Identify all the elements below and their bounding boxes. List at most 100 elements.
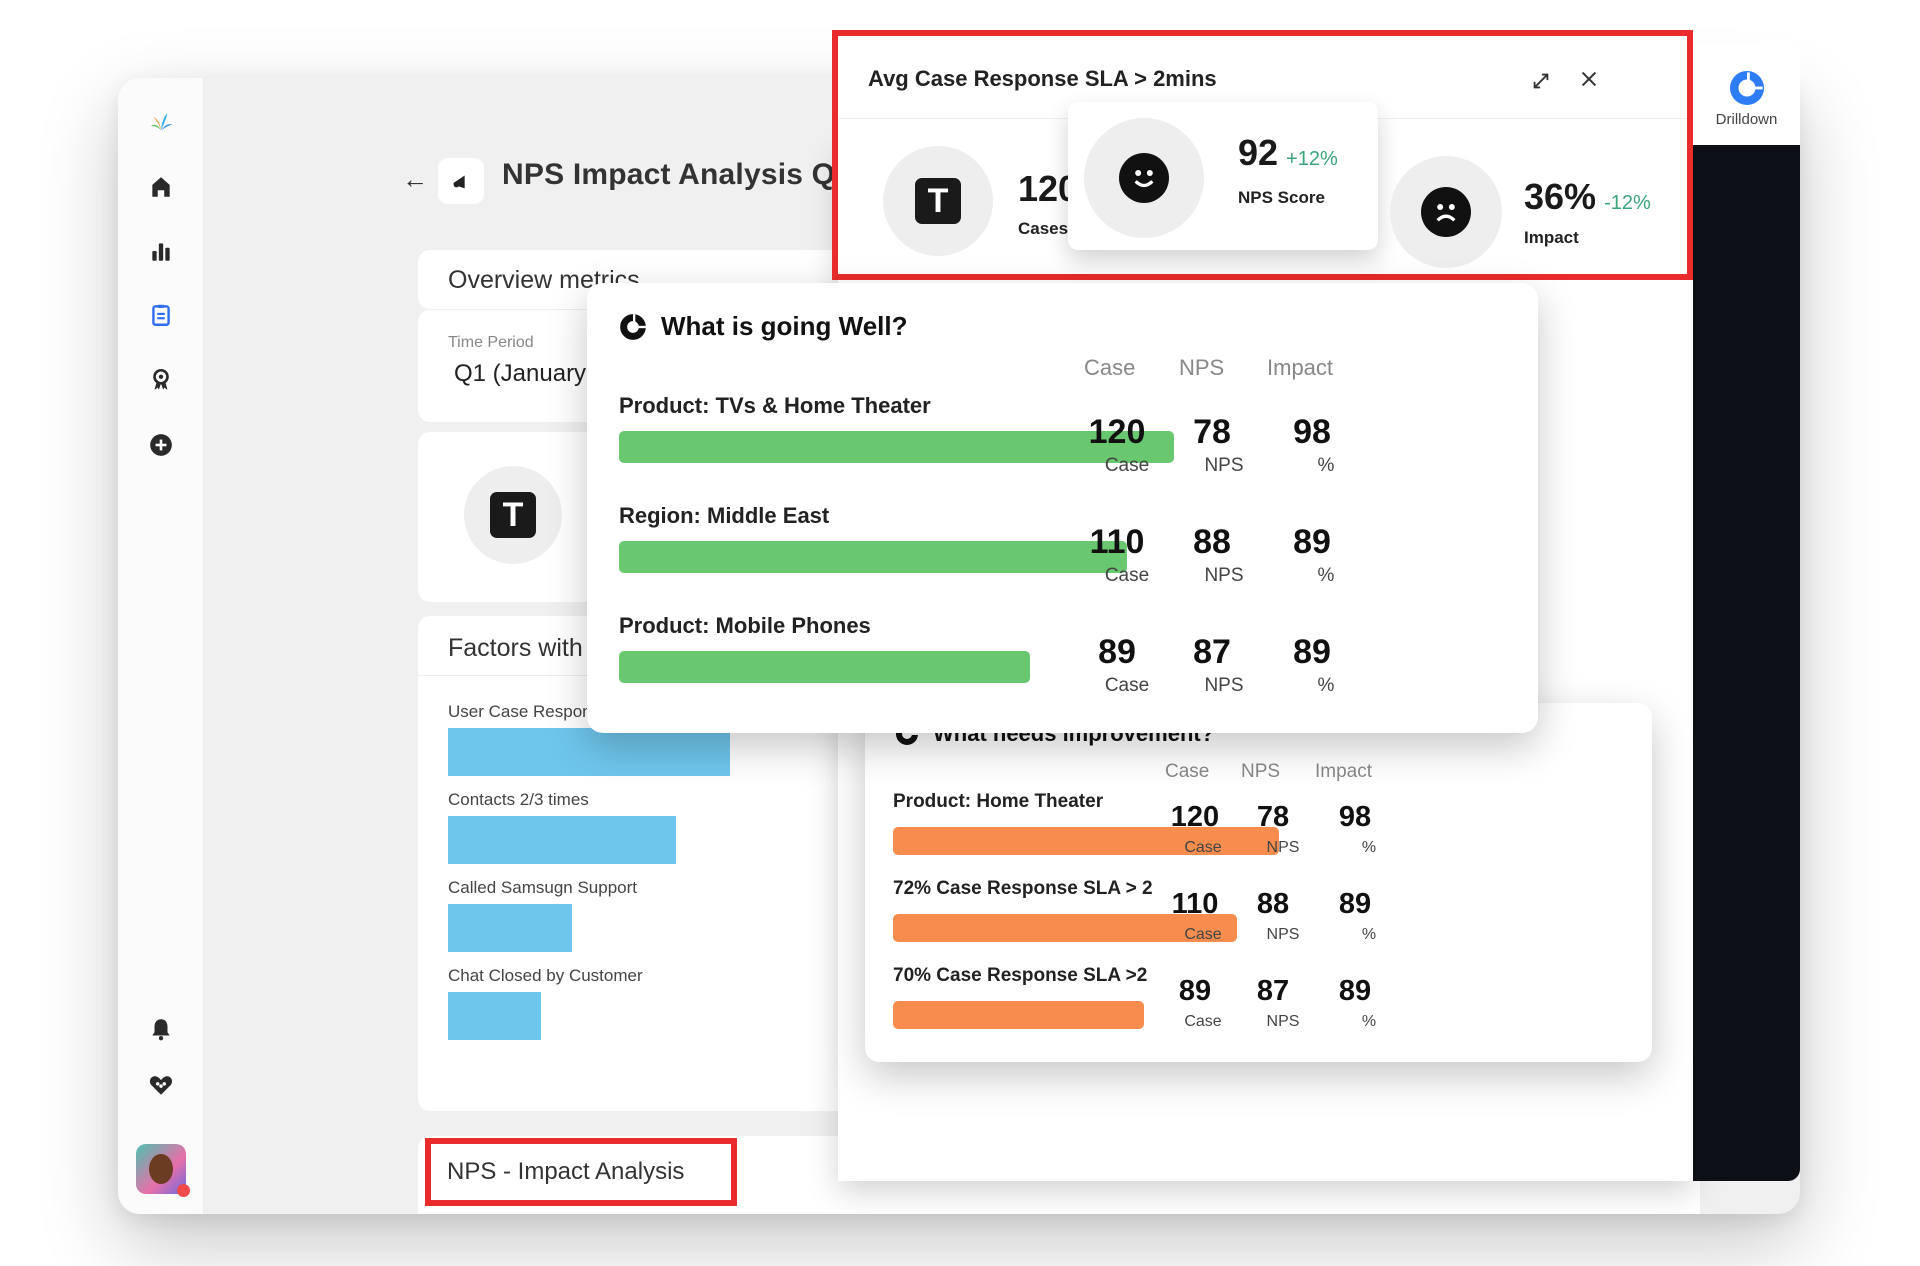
row-bar[interactable] [893, 1001, 1144, 1029]
megaphone-icon [438, 158, 484, 204]
row-bar[interactable] [619, 541, 1127, 573]
nps-unit: NPS [1204, 455, 1244, 476]
back-button[interactable]: ← [400, 164, 430, 194]
bar-chart-icon [152, 243, 170, 261]
bell-icon [152, 1019, 170, 1041]
sidebar-item-home[interactable] [144, 170, 178, 204]
column-header-case: Case [1084, 355, 1136, 380]
nps-value: 88 [1193, 523, 1231, 561]
nps-value: 87 [1256, 975, 1290, 1007]
case-unit: Case [1184, 1013, 1222, 1030]
impact-value: 89 [1338, 888, 1372, 920]
nps-impact-analysis-label: NPS - Impact Analysis [447, 1158, 685, 1185]
drilldown-icon [1729, 71, 1764, 105]
nps-label: NPS Score [1238, 188, 1325, 207]
impact-value: 89 [1293, 523, 1331, 561]
cases-icon: T [915, 178, 961, 224]
sidebar-item-reports[interactable] [144, 298, 178, 332]
factor-label: Contacts 2/3 times [448, 790, 589, 809]
nps-value: 87 [1193, 633, 1231, 671]
sidebar-item-notifications[interactable] [144, 1012, 178, 1046]
happy-face-circle [1084, 118, 1204, 238]
sidebar-item-community[interactable] [144, 1068, 178, 1102]
case-value: 120 [1088, 413, 1146, 451]
factors-title: Factors with [448, 634, 583, 662]
nps-score-card[interactable]: 92 +12% NPS Score [1068, 102, 1378, 250]
row-bar[interactable] [619, 651, 1030, 683]
clipboard-icon [152, 304, 170, 326]
impact-number: 36% [1524, 176, 1597, 217]
factor-label: Chat Closed by Customer [448, 966, 643, 985]
nps-delta: +12% [1286, 148, 1338, 170]
cases-icon-circle: T [883, 146, 993, 256]
heart-people-icon [149, 1076, 173, 1095]
sidebar-item-awards[interactable] [144, 363, 178, 397]
going-well-card: What is going Well? Case NPS Impact Produc… [587, 283, 1538, 733]
expand-icon[interactable] [1526, 66, 1556, 96]
factor-label: Called Samsugn Support [448, 878, 638, 897]
row-label: Product: TVs & Home Theater [619, 393, 931, 418]
column-header-nps: NPS [1179, 355, 1225, 380]
home-icon [152, 177, 170, 197]
row-label: 72% Case Response SLA > 2 [893, 878, 1153, 899]
impact-delta: -12% [1604, 192, 1651, 214]
row-label: Region: Middle East [619, 503, 830, 528]
needs-improvement-card: What needs improvement? Case NPS Impact Pr… [865, 703, 1652, 1062]
nps-value: 88 [1256, 888, 1290, 920]
nps-impact-analysis-tab[interactable]: NPS - Impact Analysis [425, 1138, 737, 1206]
close-icon[interactable] [1574, 64, 1604, 94]
avatar[interactable] [136, 1144, 190, 1197]
case-value: 89 [1178, 975, 1212, 1007]
sla-summary-card: Avg Case Response SLA > 2mins T 120 Case… [832, 30, 1693, 280]
cases-icon: T [490, 492, 536, 538]
nps-number: 92 [1238, 132, 1279, 173]
impact-value: 98 [1338, 801, 1372, 833]
happy-face-icon [1119, 153, 1169, 203]
impact-unit: % [1361, 1013, 1377, 1030]
award-icon [153, 368, 169, 390]
time-period-value[interactable]: Q1 (January [454, 360, 586, 388]
sidebar-item-analytics[interactable] [144, 234, 178, 268]
nps-unit: NPS [1266, 926, 1300, 943]
going-well-title-text: What is going Well? [661, 311, 908, 341]
nps-unit: NPS [1204, 565, 1244, 586]
row-label: Product: Home Theater [893, 791, 1104, 812]
impact-unit: % [1361, 839, 1377, 856]
case-value: 110 [1089, 523, 1145, 561]
cases-icon-circle: T [464, 466, 562, 564]
sidebar [118, 78, 204, 1214]
time-period-label: Time Period [448, 334, 534, 351]
column-header-case: Case [1165, 761, 1210, 782]
plus-circle-icon [150, 434, 172, 456]
sidebar-item-add[interactable] [144, 428, 178, 462]
page-title: NPS Impact Analysis Q [502, 158, 836, 191]
going-well-title: What is going Well? [619, 311, 908, 342]
factor-bar [448, 904, 573, 952]
factor-bar [448, 992, 542, 1040]
row-label: 70% Case Response SLA >2 [893, 965, 1148, 986]
case-unit: Case [1104, 455, 1150, 476]
nps-value: 78 [1193, 413, 1231, 451]
avatar-face [149, 1154, 173, 1184]
case-value: 120 [1170, 801, 1220, 833]
case-value: 89 [1098, 633, 1136, 671]
impact-unit: % [1317, 675, 1335, 696]
impact-unit: % [1317, 455, 1335, 476]
nps-unit: NPS [1266, 839, 1300, 856]
impact-label: Impact [1524, 228, 1579, 247]
factor-bar [448, 816, 677, 864]
impact-value: 36% -12% [1524, 176, 1651, 218]
logo-icon[interactable] [144, 104, 178, 138]
dark-side-panel [1693, 145, 1800, 1181]
column-header-impact: Impact [1267, 355, 1334, 380]
nps-value: 92 +12% [1238, 132, 1338, 174]
case-unit: Case [1104, 565, 1150, 586]
impact-value: 89 [1338, 975, 1372, 1007]
status-dot [177, 1184, 190, 1197]
sla-title: Avg Case Response SLA > 2mins [868, 66, 1217, 91]
impact-unit: % [1361, 926, 1377, 943]
impact-value: 98 [1293, 413, 1331, 451]
sad-face-icon [1421, 187, 1471, 237]
column-header-impact: Impact [1315, 761, 1373, 782]
drilldown-button[interactable]: Drilldown [1693, 43, 1800, 145]
